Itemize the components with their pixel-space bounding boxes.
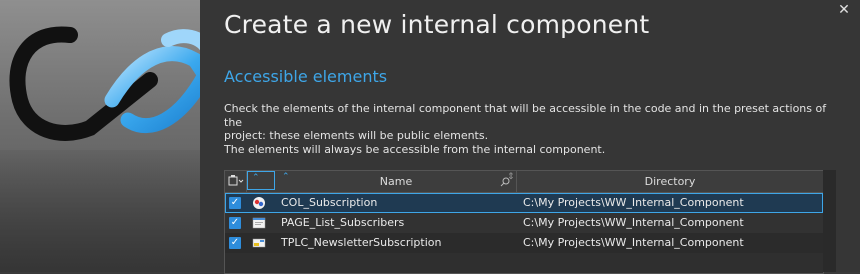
page-icon	[252, 217, 266, 229]
row-name: TPLC_NewsletterSubscription	[281, 236, 442, 249]
row-checkbox[interactable]: ✓	[229, 217, 241, 229]
name-column-header[interactable]: ⌃ Name	[276, 171, 517, 192]
description: Check the elements of the internal compo…	[224, 102, 844, 156]
table-header: ⌃ ⌃ Name ⇕ Directory	[225, 171, 823, 193]
procedures-set-icon	[253, 197, 265, 209]
close-button[interactable]: ✕	[836, 2, 852, 18]
control-template-icon	[252, 238, 266, 248]
table-row[interactable]: ✓ COL_Subscription C:\My Projects\WW_Int…	[225, 193, 823, 213]
row-name: PAGE_List_Subscribers	[281, 216, 405, 229]
name-column-label: Name	[379, 175, 413, 188]
table-row[interactable]: ✓ PAGE_List_Subscribers C:\My Projects\W…	[225, 213, 823, 233]
description-line: project: these elements will be public e…	[224, 129, 489, 142]
section-subtitle: Accessible elements	[224, 67, 388, 86]
description-line: The elements will always be accessible f…	[224, 142, 606, 156]
description-line: Check the elements of the internal compo…	[224, 102, 827, 129]
row-checkbox[interactable]: ✓	[229, 197, 241, 209]
row-directory: C:\My Projects\WW_Internal_Component	[523, 196, 744, 209]
sort-icon: ⇕	[507, 172, 515, 182]
row-checkbox[interactable]: ✓	[229, 237, 241, 249]
sort-icon: ⌃	[282, 172, 290, 182]
row-name: COL_Subscription	[281, 196, 378, 209]
banner-panel	[0, 0, 200, 272]
directory-column-header[interactable]: ⇕ Directory	[507, 171, 823, 192]
check-all-icon	[228, 175, 244, 186]
table-row[interactable]: ✓ TPLC_NewsletterSubscription C:\My Proj…	[225, 233, 823, 253]
row-directory: C:\My Projects\WW_Internal_Component	[523, 236, 744, 249]
logo-icon	[9, 26, 200, 141]
main-area: ✕ Create a new internal component Access…	[200, 0, 860, 274]
icon-column-header[interactable]: ⌃	[247, 171, 275, 190]
check-all-column-header[interactable]	[225, 171, 247, 192]
elements-table: ⌃ ⌃ Name ⇕ Directory ✓ COL_Subscription …	[224, 170, 824, 274]
vertical-scrollbar[interactable]	[823, 170, 836, 272]
page-title: Create a new internal component	[224, 10, 650, 39]
sort-icon: ⌃	[252, 173, 260, 183]
row-directory: C:\My Projects\WW_Internal_Component	[523, 216, 744, 229]
directory-column-label: Directory	[644, 175, 696, 188]
